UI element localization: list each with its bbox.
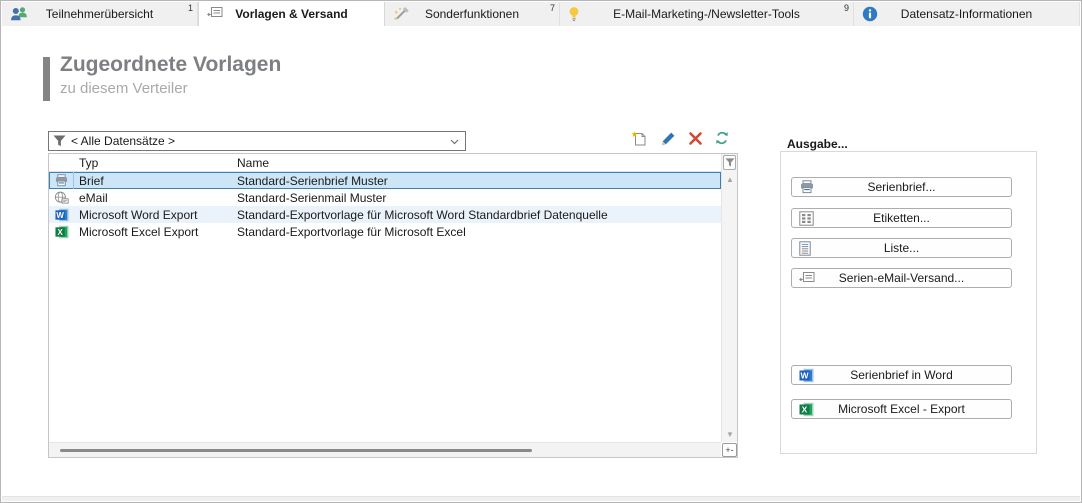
tab-sonderfunktionen[interactable]: Sonderfunktionen 7 [385, 2, 560, 26]
cell-name: Standard-Exportvorlage für Microsoft Exc… [232, 225, 721, 239]
cell-name: Standard-Serienmail Muster [232, 191, 721, 205]
tab-teilnehmeruebersicht[interactable]: Teilnehmerübersicht 1 [2, 2, 198, 26]
filter-dropdown[interactable]: < Alle Datensätze > [48, 131, 466, 151]
mail-send-icon [799, 271, 815, 286]
mail-card-icon [207, 6, 225, 22]
cell-typ: Microsoft Excel Export [74, 225, 232, 239]
word-icon: W [799, 368, 815, 383]
table-header[interactable]: Typ Name [49, 154, 721, 172]
printer-icon [799, 180, 815, 195]
table-row-word-export[interactable]: W Microsoft Word Export Standard-Exportv… [49, 206, 721, 223]
vertical-scrollbar[interactable]: ▲ ▼ [721, 154, 737, 442]
globe-mail-icon [49, 191, 74, 204]
tab-badge: 1 [188, 3, 193, 13]
filter-value: < Alle Datensätze > [71, 134, 175, 148]
column-filter-icon[interactable] [723, 155, 736, 170]
output-group-title: Ausgabe... [784, 137, 851, 151]
horizontal-scroll-thumb[interactable] [60, 449, 532, 452]
horizontal-scrollbar[interactable] [49, 442, 721, 457]
printer-icon [49, 172, 74, 189]
tab-datensatz-informationen[interactable]: Datensatz-Informationen [854, 2, 1080, 26]
column-header-typ[interactable]: Typ [79, 156, 98, 170]
button-label: Serienbrief... [867, 180, 935, 194]
button-label: Liste... [884, 241, 919, 255]
tab-label: Teilnehmerübersicht [46, 7, 153, 21]
wand-icon [393, 6, 411, 22]
word-icon: W [49, 208, 74, 222]
page-title: Zugeordnete Vorlagen [60, 53, 281, 77]
tab-label: Datensatz-Informationen [901, 7, 1032, 21]
tab-vorlagen-versand[interactable]: Vorlagen & Versand [198, 2, 385, 26]
scroll-down-icon[interactable]: ▼ [722, 428, 738, 442]
button-label: Microsoft Excel - Export [838, 402, 965, 416]
table-body: Brief Standard-Serienbrief Muster eMail … [49, 172, 721, 240]
serienbrief-button[interactable]: Serienbrief... [791, 177, 1012, 197]
cell-typ: Brief [74, 174, 232, 188]
lightbulb-icon [568, 6, 586, 22]
page-subtitle: zu diesem Verteiler [60, 80, 188, 97]
chevron-down-icon [450, 139, 459, 145]
tab-label: Sonderfunktionen [425, 7, 519, 21]
funnel-icon [53, 135, 66, 147]
tab-bar: Teilnehmerübersicht 1 Vorlagen & Versand [2, 2, 1080, 26]
edit-pencil-icon[interactable] [660, 131, 678, 149]
svg-text:X: X [802, 405, 808, 415]
column-resize-button[interactable]: +- [722, 443, 737, 457]
cell-name: Standard-Exportvorlage für Microsoft Wor… [232, 208, 721, 222]
svg-text:W: W [56, 210, 64, 219]
window-footer-strip [2, 496, 1080, 501]
liste-button[interactable]: Liste... [791, 238, 1012, 258]
column-header-name[interactable]: Name [237, 156, 269, 170]
labels-grid-icon [799, 211, 815, 226]
table-row-excel-export[interactable]: X Microsoft Excel Export Standard-Export… [49, 223, 721, 240]
cell-name: Standard-Serienbrief Muster [232, 174, 721, 188]
new-record-icon[interactable] [631, 131, 649, 149]
cell-typ: Microsoft Word Export [74, 208, 232, 222]
microsoft-excel-export-button[interactable]: X Microsoft Excel - Export [791, 399, 1012, 419]
delete-x-icon[interactable] [688, 131, 706, 149]
button-label: Serien-eMail-Versand... [839, 271, 964, 285]
tab-label: Vorlagen & Versand [235, 7, 347, 21]
excel-icon: X [49, 225, 74, 239]
scroll-up-icon[interactable]: ▲ [722, 173, 738, 187]
excel-icon: X [799, 402, 815, 417]
cell-typ: eMail [74, 191, 232, 205]
svg-text:W: W [800, 371, 809, 381]
info-icon [862, 6, 880, 22]
tab-badge: 9 [844, 3, 849, 13]
etiketten-button[interactable]: Etiketten... [791, 208, 1012, 228]
button-label: Serienbrief in Word [850, 368, 953, 382]
serien-email-versand-button[interactable]: Serien-eMail-Versand... [791, 268, 1012, 288]
templates-table: Typ Name Brief Standard-Serienbrief Must… [48, 153, 738, 458]
tab-badge: 7 [550, 3, 555, 13]
app-window: Teilnehmerübersicht 1 Vorlagen & Versand [0, 0, 1082, 503]
people-icon [10, 6, 28, 22]
button-label: Etiketten... [873, 211, 930, 225]
heading-accent-bar [43, 57, 50, 101]
table-row-email[interactable]: eMail Standard-Serienmail Muster [49, 189, 721, 206]
svg-text:X: X [57, 227, 63, 236]
tab-label: E-Mail-Marketing-/Newsletter-Tools [613, 7, 800, 21]
refresh-icon[interactable] [715, 131, 733, 149]
table-row-brief[interactable]: Brief Standard-Serienbrief Muster [49, 172, 721, 189]
serienbrief-in-word-button[interactable]: W Serienbrief in Word [791, 365, 1012, 385]
list-icon [799, 241, 815, 256]
tab-email-marketing-newsletter-tools[interactable]: E-Mail-Marketing-/Newsletter-Tools 9 [560, 2, 854, 26]
